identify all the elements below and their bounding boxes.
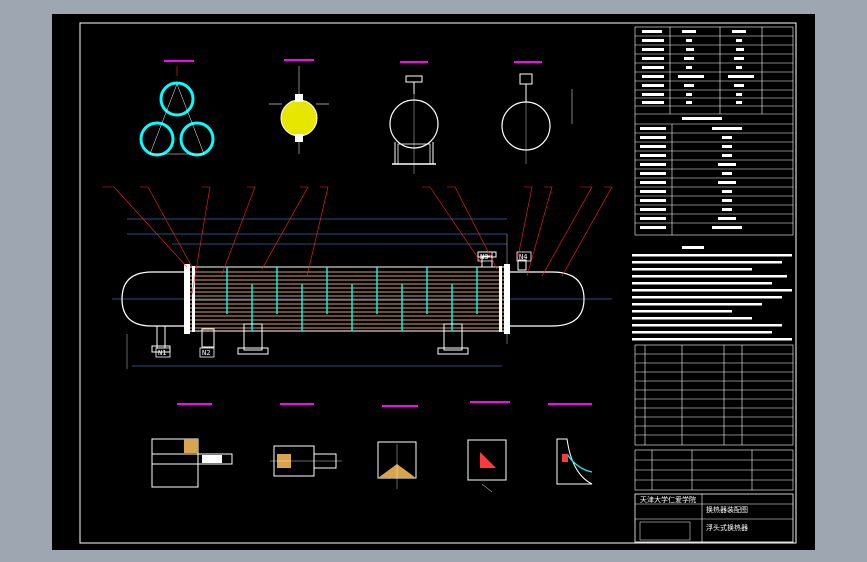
drawing-sheet: N1 N2 N3 N4 天津大学仁爱学院 换热器装配图 浮头式换热器 — [52, 14, 815, 550]
title-school: 天津大学仁爱学院 — [640, 495, 696, 504]
title-equipment: 浮头式换热器 — [706, 523, 748, 532]
view-section-a — [389, 61, 439, 174]
view-tubesheet-detail — [269, 59, 329, 154]
design-data-marks — [640, 30, 754, 229]
nozzle-table — [634, 344, 794, 446]
nozzle-tag-n2: N2 — [202, 349, 210, 357]
nozzle-tag-n1: N1 — [158, 349, 166, 357]
tube-bundle — [190, 271, 504, 329]
detail-views — [151, 401, 593, 493]
leader-lines — [102, 186, 613, 295]
technical-notes — [632, 246, 792, 341]
title-block: 天津大学仁爱学院 换热器装配图 浮头式换热器 — [634, 493, 794, 543]
title-drawing-name: 换热器装配图 — [706, 505, 748, 514]
nozzle-tag-n3: N3 — [480, 253, 488, 261]
drawing-canvas: N1 N2 N3 N4 天津大学仁爱学院 换热器装配图 浮头式换热器 — [79, 22, 797, 544]
view-section-b — [501, 61, 573, 164]
cad-viewer: N1 N2 N3 N4 天津大学仁爱学院 换热器装配图 浮头式换热器 — [0, 0, 867, 562]
parts-list — [634, 449, 794, 491]
view-tube-layout — [139, 60, 215, 157]
nozzle-tag-n4: N4 — [519, 253, 527, 261]
